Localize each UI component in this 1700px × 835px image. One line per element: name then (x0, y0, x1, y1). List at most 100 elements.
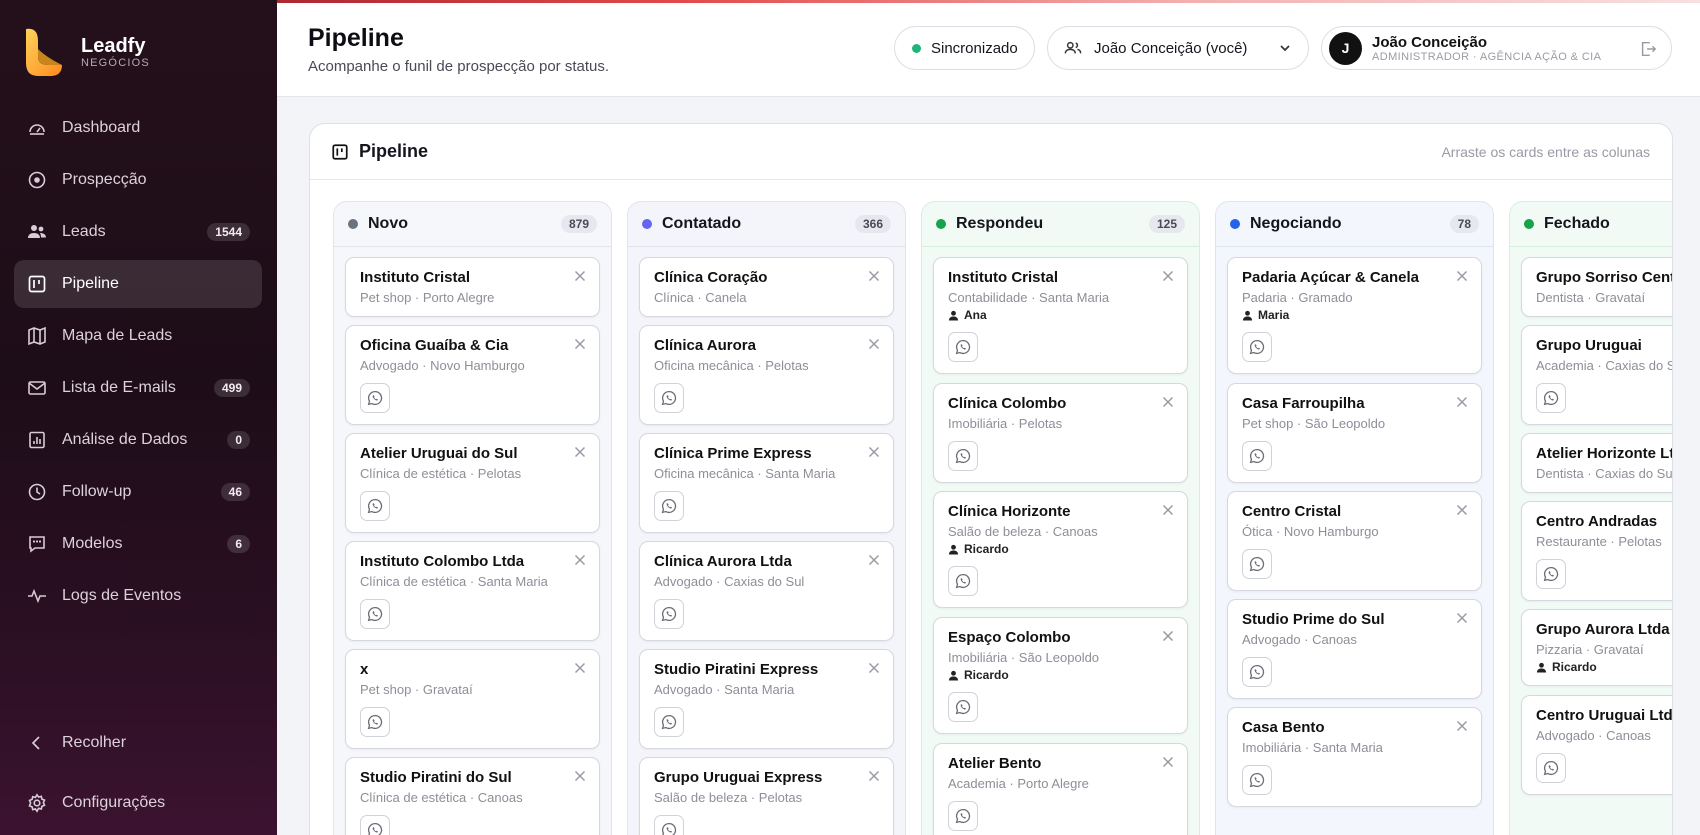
close-icon[interactable] (1455, 269, 1469, 283)
whatsapp-button[interactable] (1242, 332, 1272, 362)
user-profile-card[interactable]: J João Conceição ADMINISTRADOR · AGÊNCIA… (1321, 26, 1672, 70)
whatsapp-button[interactable] (948, 332, 978, 362)
whatsapp-button[interactable] (360, 599, 390, 629)
close-icon[interactable] (1161, 629, 1175, 643)
lead-card[interactable]: Atelier Bento Academia · Porto Alegre (933, 743, 1188, 835)
lead-card[interactable]: Centro Uruguai Ltda Advogado · Canoas (1521, 695, 1672, 795)
lead-card[interactable]: Clínica Horizonte Salão de beleza · Canoa… (933, 491, 1188, 608)
sidebar-item-logs-de-eventos[interactable]: Logs de Eventos (14, 572, 262, 620)
lead-card[interactable]: Studio Piratini Express Advogado · Santa … (639, 649, 894, 749)
whatsapp-button[interactable] (948, 692, 978, 722)
close-icon[interactable] (1455, 611, 1469, 625)
whatsapp-button[interactable] (360, 815, 390, 835)
page-header: Pipeline Acompanhe o funil de prospecção… (277, 3, 1700, 97)
close-icon[interactable] (1455, 719, 1469, 733)
close-icon[interactable] (867, 661, 881, 675)
lead-card[interactable]: Studio Prime do Sul Advogado · Canoas (1227, 599, 1482, 699)
clock-icon (26, 481, 48, 503)
whatsapp-button[interactable] (1536, 753, 1566, 783)
sidebar-item-leads[interactable]: Leads 1544 (14, 208, 262, 256)
lead-card[interactable]: Casa Bento Imobiliária · Santa Maria (1227, 707, 1482, 807)
close-icon[interactable] (573, 661, 587, 675)
sidebar-item-analise-de-dados[interactable]: Análise de Dados 0 (14, 416, 262, 464)
lead-card-title: Grupo Uruguai Express (654, 769, 823, 786)
mail-icon (26, 377, 48, 399)
close-icon[interactable] (573, 337, 587, 351)
lead-card[interactable]: Instituto Cristal Contabilidade · Santa M… (933, 257, 1188, 374)
lead-card[interactable]: Espaço Colombo Imobiliária · São Leopoldo… (933, 617, 1188, 734)
lead-card[interactable]: Clínica Prime Express Oficina mecânica · … (639, 433, 894, 533)
whatsapp-button[interactable] (1242, 765, 1272, 795)
close-icon[interactable] (573, 553, 587, 567)
lead-card[interactable]: Padaria Açúcar & Canela Padaria · Gramado… (1227, 257, 1482, 374)
whatsapp-button[interactable] (948, 801, 978, 831)
lead-card[interactable]: Atelier Uruguai do Sul Clínica de estétic… (345, 433, 600, 533)
whatsapp-button[interactable] (1536, 383, 1566, 413)
sidebar-item-dashboard[interactable]: Dashboard (14, 104, 262, 152)
whatsapp-button[interactable] (654, 707, 684, 737)
lead-card[interactable]: Clínica Aurora Ltda Advogado · Caxias do … (639, 541, 894, 641)
whatsapp-button[interactable] (360, 383, 390, 413)
whatsapp-button[interactable] (654, 815, 684, 835)
close-icon[interactable] (573, 445, 587, 459)
settings-button[interactable]: Configurações (14, 779, 262, 827)
close-icon[interactable] (867, 553, 881, 567)
collapse-sidebar-button[interactable]: Recolher (14, 719, 262, 767)
close-icon[interactable] (1161, 503, 1175, 517)
close-icon[interactable] (1455, 503, 1469, 517)
lead-card[interactable]: Instituto Cristal Pet shop · Porto Alegre (345, 257, 600, 317)
kanban-icon (331, 143, 349, 161)
whatsapp-button[interactable] (948, 441, 978, 471)
whatsapp-button[interactable] (1242, 657, 1272, 687)
sidebar-item-lista-de-emails[interactable]: Lista de E-mails 499 (14, 364, 262, 412)
whatsapp-button[interactable] (1536, 559, 1566, 589)
lead-card-subtitle: Ótica · Novo Hamburgo (1242, 524, 1379, 539)
lead-card[interactable]: Atelier Horizonte Ltda Dentista · Caxias … (1521, 433, 1672, 493)
whatsapp-button[interactable] (1242, 549, 1272, 579)
whatsapp-button[interactable] (948, 566, 978, 596)
lead-card[interactable]: Grupo Aurora Ltda Pizzaria · Gravataí Rica… (1521, 609, 1672, 686)
lead-card-title: Studio Prime do Sul (1242, 611, 1385, 628)
close-icon[interactable] (1161, 395, 1175, 409)
whatsapp-button[interactable] (1242, 441, 1272, 471)
close-icon[interactable] (573, 769, 587, 783)
lead-card[interactable]: x Pet shop · Gravataí (345, 649, 600, 749)
lead-card[interactable]: Clínica Colombo Imobiliária · Pelotas (933, 383, 1188, 483)
close-icon[interactable] (1161, 269, 1175, 283)
lead-card[interactable]: Studio Piratini do Sul Clínica de estétic… (345, 757, 600, 835)
lead-card[interactable]: Instituto Colombo Ltda Clínica de estétic… (345, 541, 600, 641)
whatsapp-button[interactable] (360, 707, 390, 737)
sidebar-item-prospeccao[interactable]: Prospecção (14, 156, 262, 204)
close-icon[interactable] (867, 337, 881, 351)
user-select-dropdown[interactable]: João Conceição (você) (1047, 26, 1309, 70)
lead-card[interactable]: Centro Cristal Ótica · Novo Hamburgo (1227, 491, 1482, 591)
lead-card-title: Padaria Açúcar & Canela (1242, 269, 1420, 286)
lead-card[interactable]: Casa Farroupilha Pet shop · São Leopoldo (1227, 383, 1482, 483)
sidebar-item-mapa-de-leads[interactable]: Mapa de Leads (14, 312, 262, 360)
lead-card[interactable]: Grupo Sorriso Centro Dentista · Gravataí (1521, 257, 1672, 317)
close-icon[interactable] (1455, 395, 1469, 409)
close-icon[interactable] (573, 269, 587, 283)
lead-card[interactable]: Grupo Uruguai Academia · Caxias do Sul (1521, 325, 1672, 425)
lead-card[interactable]: Oficina Guaíba & Cia Advogado · Novo Hamb… (345, 325, 600, 425)
whatsapp-button[interactable] (654, 383, 684, 413)
lead-card[interactable]: Clínica Coração Clínica · Canela (639, 257, 894, 317)
close-icon[interactable] (867, 769, 881, 783)
sidebar-item-label: Análise de Dados (62, 431, 188, 448)
lead-card[interactable]: Clínica Aurora Oficina mecânica · Pelotas (639, 325, 894, 425)
sidebar-item-pipeline[interactable]: Pipeline (14, 260, 262, 308)
brand[interactable]: Leadfy NEGÓCIOS (24, 27, 150, 77)
sidebar-item-follow-up[interactable]: Follow-up 46 (14, 468, 262, 516)
whatsapp-button[interactable] (360, 491, 390, 521)
whatsapp-button[interactable] (654, 491, 684, 521)
lead-card[interactable]: Grupo Uruguai Express Salão de beleza · P… (639, 757, 894, 835)
whatsapp-button[interactable] (654, 599, 684, 629)
lead-card-title: Clínica Prime Express (654, 445, 812, 462)
lead-card[interactable]: Centro Andradas Restaurante · Pelotas (1521, 501, 1672, 601)
close-icon[interactable] (1161, 755, 1175, 769)
sidebar-item-modelos[interactable]: Modelos 6 (14, 520, 262, 568)
close-icon[interactable] (867, 269, 881, 283)
logout-icon[interactable] (1639, 40, 1657, 58)
board-header: Pipeline Arraste os cards entre as colun… (310, 124, 1672, 180)
close-icon[interactable] (867, 445, 881, 459)
